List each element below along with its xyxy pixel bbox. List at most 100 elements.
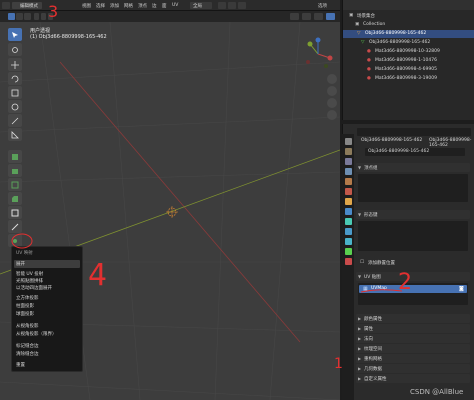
section-geometry-data[interactable]: ▶ 几何数据 (356, 364, 470, 373)
add-cube-tool[interactable] (8, 150, 22, 163)
tool-tab-icon[interactable] (345, 138, 352, 145)
menu-uv[interactable]: UV (172, 3, 178, 8)
editor-type-button[interactable] (2, 2, 10, 9)
proportional-button[interactable] (238, 2, 246, 9)
scene-tab-icon[interactable] (345, 178, 352, 185)
particles-tab-icon[interactable] (345, 218, 352, 225)
add-rest-position[interactable]: ☐ 添加静置位置 (356, 258, 470, 267)
snap-button[interactable] (228, 2, 236, 9)
vertex-groups-list[interactable] (358, 174, 468, 202)
mesh-name-field[interactable]: Obj3d66-8809998-165-462 (365, 148, 465, 156)
material-tab-icon[interactable] (345, 258, 352, 265)
properties-search-field[interactable] (357, 128, 471, 136)
measure-tool[interactable] (8, 128, 22, 141)
outliner-collection[interactable]: ▣ Collection (343, 21, 474, 29)
edge-select-mode-button[interactable] (16, 13, 23, 20)
pivot-button[interactable] (218, 2, 226, 9)
face-select-mode-button[interactable] (24, 13, 31, 20)
menu-item-clear-seam[interactable]: 清除缝合边 (16, 351, 39, 357)
transform-tool[interactable] (8, 100, 22, 113)
menu-edge[interactable]: 边 (152, 3, 157, 9)
section-uv-maps[interactable]: ▼ UV 贴图 (356, 272, 470, 281)
section-texture-space[interactable]: ▶ 纹理空间 (356, 344, 470, 353)
zoom-icon[interactable] (327, 74, 337, 84)
menu-item-cube-projection[interactable]: 立方体投影 (16, 295, 39, 301)
cursor-tool[interactable] (8, 43, 22, 56)
uv-unwrap-menu: UV 映射 展开 智能 UV 投射 光照贴图拼排 以活动四边面展开 立方体投影 … (11, 246, 83, 372)
outliner-material-row[interactable]: ● Mat3d66-8809998-3-19009 (343, 75, 474, 83)
outliner-material-row[interactable]: ● Mat3d66-8809998-10-32809 (343, 48, 474, 56)
menu-view[interactable]: 视图 (82, 3, 91, 9)
camera-icon[interactable]: ◙ (459, 286, 464, 292)
menu-item-follow-active-quads[interactable]: 以活动四边面展开 (16, 285, 52, 291)
vertex-select-mode-button[interactable] (8, 13, 15, 20)
menu-add[interactable]: 添加 (110, 3, 119, 9)
loop-cut-tool[interactable] (8, 206, 22, 219)
menu-face[interactable]: 面 (162, 3, 167, 9)
annotation-4: 4 (88, 258, 108, 293)
outliner-mesh-row[interactable]: ▽ Obj3d66-8809998-165-462 (343, 39, 474, 47)
menu-item-smart-uv-project[interactable]: 智能 UV 投射 (16, 271, 43, 277)
outliner-object-row[interactable]: ▽ Obj3d66-8809998-165-462 (343, 30, 474, 38)
world-tab-icon[interactable] (345, 188, 352, 195)
chevron-right-icon: ▶ (358, 356, 362, 361)
view-name: 用户透视 (30, 28, 51, 34)
shape-keys-list[interactable] (358, 221, 468, 251)
select-mode-option-2[interactable] (41, 13, 46, 20)
camera-icon[interactable] (327, 98, 337, 108)
menu-item-unwrap[interactable]: 展开 (16, 261, 25, 267)
hand-pan-icon[interactable] (327, 86, 337, 96)
menu-item-project-from-view[interactable]: 从视角投影 (16, 323, 39, 329)
mode-dropdown[interactable]: 编辑模式 (12, 2, 42, 9)
menu-item-sphere-projection[interactable]: 球面投影 (16, 311, 34, 317)
annotate-tool[interactable] (8, 114, 22, 127)
inset-tool[interactable] (8, 178, 22, 191)
xray-button[interactable] (314, 13, 323, 20)
uv-menu-title: UV 映射 (16, 251, 33, 256)
mesh-data-tab-icon[interactable] (345, 248, 352, 255)
menu-select[interactable]: 选择 (96, 3, 105, 9)
view-layer-tab-icon[interactable] (345, 168, 352, 175)
orientation-dropdown[interactable]: 全局 (190, 2, 212, 9)
outliner-material-row[interactable]: ● Mat3d66-8809998-1-10476 (343, 57, 474, 65)
outliner-material-row[interactable]: ● Mat3d66-8809998-4-69905 (343, 66, 474, 74)
options-menu[interactable]: 选项 (318, 3, 327, 9)
scale-tool[interactable] (8, 86, 22, 99)
collection-icon: ▣ (355, 22, 360, 27)
constraints-tab-icon[interactable] (345, 238, 352, 245)
mesh-object-icon: ▽ (357, 31, 361, 36)
section-remesh[interactable]: ▶ 重构网格 (356, 354, 470, 363)
modifier-tab-icon[interactable] (345, 208, 352, 215)
section-normals[interactable]: ▶ 法向 (356, 334, 470, 343)
select-mode-option[interactable] (34, 13, 39, 20)
section-custom-properties[interactable]: ▶ 自定义属性 (356, 374, 470, 383)
outliner-scene-collection[interactable]: ▣ 场景集合 (343, 12, 474, 20)
menu-item-reset[interactable]: 重置 (16, 362, 25, 368)
object-tab-icon[interactable] (345, 198, 352, 205)
menu-item-project-from-view-bounds[interactable]: 从视角投影（限界） (16, 331, 57, 337)
select-box-tool[interactable] (8, 28, 22, 41)
bevel-tool[interactable] (8, 192, 22, 205)
menu-vertex[interactable]: 顶点 (138, 3, 147, 9)
viewport-shading-button[interactable] (290, 13, 299, 20)
overlay-button[interactable] (302, 13, 311, 20)
section-color-attributes[interactable]: ▶ 颜色属性 (356, 314, 470, 323)
render-tab-icon[interactable] (345, 148, 352, 155)
physics-tab-icon[interactable] (345, 228, 352, 235)
extrude-tool[interactable] (8, 164, 22, 177)
section-vertex-groups[interactable]: ▼ 顶点组 (356, 163, 470, 172)
menu-mesh[interactable]: 网格 (124, 3, 133, 9)
rotate-tool[interactable] (8, 72, 22, 85)
section-attributes[interactable]: ▶ 属性 (356, 324, 470, 333)
annotation-1: 1 (334, 356, 343, 372)
navigation-gizmo[interactable] (300, 36, 336, 72)
properties-tabs (342, 134, 354, 400)
menu-item-mark-seam[interactable]: 标记缝合边 (16, 343, 39, 349)
grid-perspective-icon[interactable] (327, 110, 337, 120)
menu-item-cylinder-projection[interactable]: 柱面投影 (16, 303, 34, 309)
output-tab-icon[interactable] (345, 158, 352, 165)
solid-shading-button[interactable] (326, 13, 335, 20)
move-tool[interactable] (8, 58, 22, 71)
menu-item-lightmap-pack[interactable]: 光照贴图拼排 (16, 278, 43, 284)
section-shape-keys[interactable]: ▼ 形态键 (356, 210, 470, 219)
